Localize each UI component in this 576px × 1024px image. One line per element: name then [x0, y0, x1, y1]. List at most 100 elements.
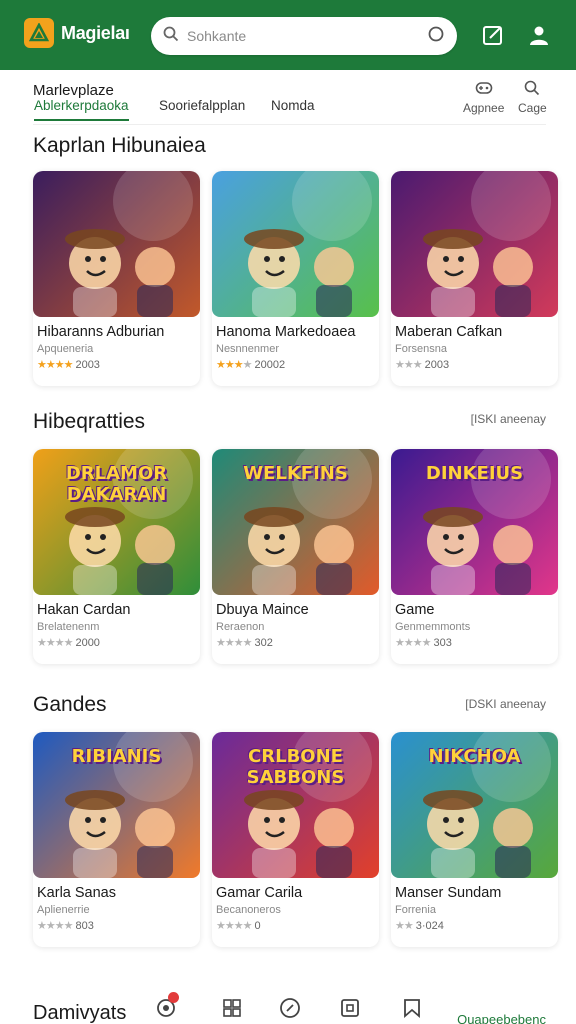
- see-all-link[interactable]: [ISKI aneenay: [471, 412, 546, 426]
- edit-icon[interactable]: [480, 22, 506, 48]
- tab-marketplace[interactable]: Ablerkerpdaoka: [34, 98, 129, 121]
- rating-stars: ★★★★: [37, 359, 73, 371]
- game-card[interactable]: DINKEIUS Game Genmemmonts ★★★★ 303: [391, 449, 558, 664]
- search-icon: [524, 80, 540, 101]
- game-rating: ★★★★ 303: [395, 636, 452, 649]
- game-card[interactable]: WELKFINS Dbuya Maince Reraenon ★★★★ 302: [212, 449, 379, 664]
- bottom-brand[interactable]: Damivyats: [33, 1002, 126, 1024]
- gamepad-icon: [475, 80, 493, 101]
- bottom-right-link[interactable]: Quapeebebenc: [457, 1012, 546, 1024]
- gamepad-icon[interactable]: [154, 992, 179, 1020]
- game-card[interactable]: Hibaranns Adburian Apqueneria ★★★★ 2003: [33, 171, 200, 386]
- game-title: Game: [395, 602, 435, 618]
- section-title: Kaprlan Hibunaiea: [33, 134, 206, 157]
- games-action-button[interactable]: Agpnee: [463, 80, 504, 115]
- game-artwork-title: DRLAMOR DAKARAN: [65, 463, 168, 505]
- game-card[interactable]: DRLAMOR DAKARAN Hakan Cardan Brelatenenm ★★…: [33, 449, 200, 664]
- search-action-label: Cage: [518, 101, 547, 115]
- game-title: Maberan Cafkan: [395, 324, 503, 340]
- game-artwork: CRLBONE SABBONS: [212, 732, 379, 878]
- search-input[interactable]: [187, 28, 427, 44]
- game-rating: ★★★ 2003: [395, 358, 449, 371]
- game-title: Dbuya Maince: [216, 602, 309, 618]
- rating-count: 302: [254, 637, 273, 649]
- game-rating: ★★★★ 2000: [37, 636, 100, 649]
- games-action-label: Agpnee: [463, 101, 505, 115]
- game-title: Hanoma Markedoaea: [216, 324, 356, 340]
- game-title: Karla Sanas: [37, 885, 116, 901]
- game-subtitle: Forsensna: [395, 343, 447, 355]
- section-title: Hibeqratties: [33, 410, 146, 433]
- game-rating: ★★★★ 2003: [37, 358, 100, 371]
- game-artwork: [391, 171, 558, 317]
- game-card[interactable]: NIKCHOA Manser Sundam Forrenia ★★ 3·024: [391, 732, 558, 947]
- game-artwork: [33, 171, 200, 317]
- game-subtitle: Forrenia: [395, 904, 436, 916]
- game-subtitle: Reraenon: [216, 621, 265, 633]
- rating-count: 2003: [75, 359, 100, 371]
- rating-count: 303: [433, 637, 452, 649]
- game-rating: ★★★★ 803: [37, 919, 94, 932]
- game-title: Gamar Carila: [216, 885, 303, 901]
- marketplace-nav: Marlevplaze Ablerkerpdaoka Sooriefalppla…: [0, 70, 576, 126]
- rating-stars-empty: ★★: [395, 920, 414, 932]
- game-card[interactable]: RIBIANIS Karla Sanas Aplienerrie ★★★★ 803: [33, 732, 200, 947]
- rating-count: 2000: [75, 637, 100, 649]
- rating-stars: ★★★: [216, 359, 244, 371]
- voice-icon[interactable]: [427, 25, 445, 48]
- game-artwork-title: RIBIANIS: [71, 746, 162, 767]
- game-artwork: WELKFINS: [212, 449, 379, 595]
- game-title: Manser Sundam: [395, 885, 502, 901]
- game-artwork-title: WELKFINS: [243, 463, 348, 484]
- section-title: Gandes: [33, 693, 107, 716]
- divider: [33, 124, 546, 125]
- game-artwork: RIBIANIS: [33, 732, 200, 878]
- game-subtitle: Brelatenenm: [37, 621, 100, 633]
- rating-stars-empty: ★★★★: [216, 920, 252, 932]
- page-title: Marlevplaze: [33, 82, 114, 99]
- game-title: Hibaranns Adburian: [37, 324, 165, 340]
- tab-new[interactable]: Nomda: [271, 98, 315, 113]
- game-card[interactable]: Hanoma Markedoaea Nesnnenmer ★★★★ 20002: [212, 171, 379, 386]
- game-rating: ★★★★ 20002: [216, 358, 285, 371]
- profile-icon[interactable]: [526, 22, 552, 48]
- grid-icon[interactable]: [220, 996, 244, 1020]
- game-subtitle: Nesnnenmer: [216, 343, 279, 355]
- rating-stars-empty: ★★★★: [395, 637, 431, 649]
- app-name: Magielaı: [61, 22, 130, 43]
- bottom-bar: Damivyats Quapeebebenc: [0, 990, 576, 1024]
- game-subtitle: Apqueneria: [37, 343, 94, 355]
- game-subtitle: Becanoneros: [216, 904, 281, 916]
- rating-count: 3·024: [415, 920, 444, 932]
- game-artwork-title: CRLBONE SABBONS: [246, 746, 345, 788]
- logo-icon: [24, 18, 54, 48]
- game-artwork-title: NIKCHOA: [428, 746, 521, 767]
- game-card[interactable]: CRLBONE SABBONS Gamar Carila Becanoneros ★★…: [212, 732, 379, 947]
- game-subtitle: Genmemmonts: [395, 621, 471, 633]
- search-bar[interactable]: [151, 17, 457, 55]
- bookmark-icon[interactable]: [400, 996, 424, 1020]
- game-artwork-title: DINKEIUS: [425, 463, 524, 484]
- app-logo[interactable]: Magielaı: [24, 18, 130, 48]
- top-app-bar: Magielaı: [0, 0, 576, 70]
- game-subtitle: Aplienerrie: [37, 904, 90, 916]
- rating-stars-empty: ★: [242, 359, 253, 371]
- game-card[interactable]: Maberan Cafkan Forsensna ★★★ 2003: [391, 171, 558, 386]
- game-artwork: DRLAMOR DAKARAN: [33, 449, 200, 595]
- game-title: Hakan Cardan: [37, 602, 131, 618]
- notification-badge: [168, 992, 179, 1003]
- tab-specials[interactable]: Sooriefalpplan: [159, 98, 245, 113]
- rating-count: 803: [75, 920, 94, 932]
- game-rating: ★★★★ 0: [216, 919, 261, 932]
- rating-stars-empty: ★★★★: [216, 637, 252, 649]
- game-artwork: NIKCHOA: [391, 732, 558, 878]
- search-action-button[interactable]: Cage: [518, 80, 547, 115]
- rating-stars-empty: ★★★: [395, 359, 423, 371]
- rating-stars-empty: ★★★★: [37, 637, 73, 649]
- rating-count: 2003: [424, 359, 450, 371]
- compass-icon[interactable]: [278, 996, 302, 1020]
- rating-count: 0: [254, 920, 261, 932]
- search-icon: [163, 26, 179, 47]
- square-icon[interactable]: [338, 996, 362, 1020]
- see-all-link[interactable]: [DSKI aneenay: [465, 697, 546, 711]
